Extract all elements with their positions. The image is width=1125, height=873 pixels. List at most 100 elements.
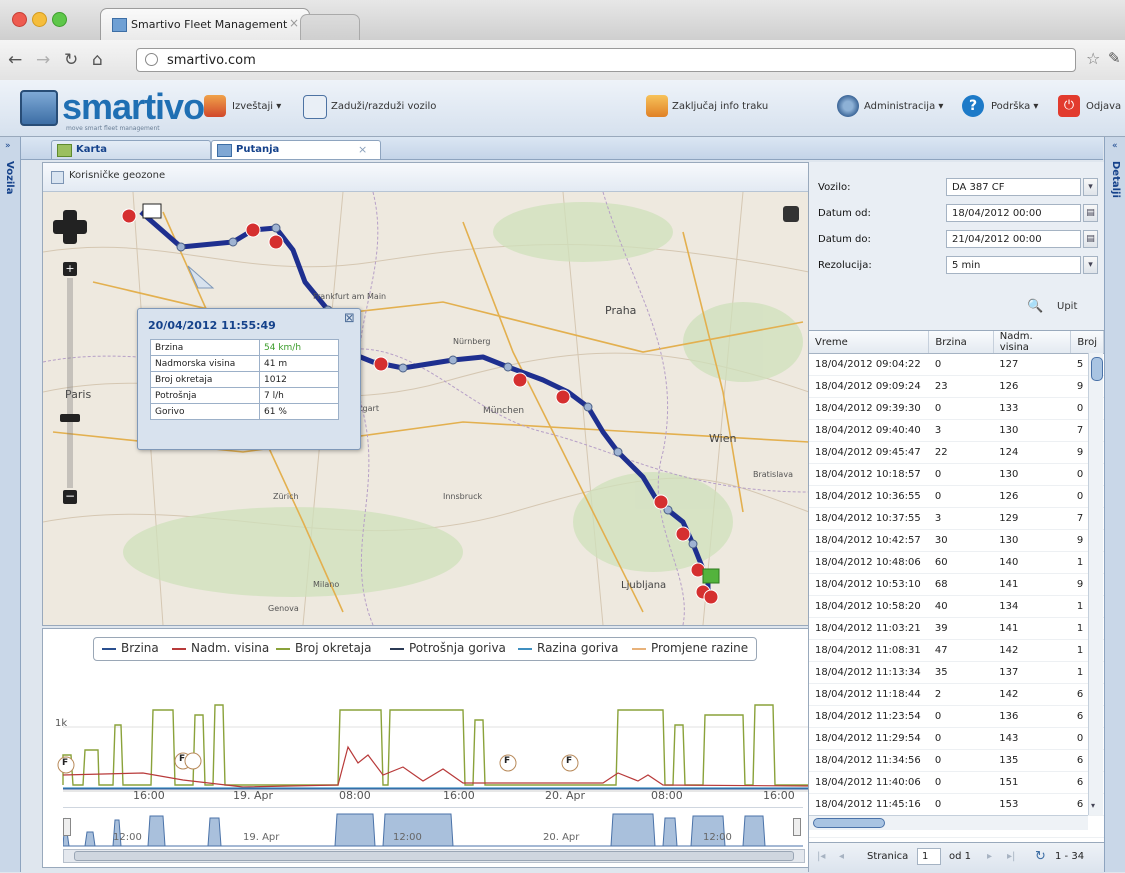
menu-administracija[interactable]: Administracija ▾ xyxy=(864,101,943,112)
legend-item[interactable]: Promjene razine goriva xyxy=(632,641,752,655)
prev-page-icon[interactable]: ◂ xyxy=(839,851,844,862)
menu-izvestaji[interactable]: Izveštaji ▾ xyxy=(232,101,281,112)
vehicle-select[interactable]: DA 387 CF xyxy=(946,178,1081,196)
table-row[interactable]: 18/04/2012 10:58:20 40 134 1 xyxy=(809,595,1104,618)
power-icon[interactable]: ⏻ xyxy=(1058,95,1080,117)
bookmark-star-icon[interactable]: ☆ xyxy=(1086,49,1100,68)
minimize-window-icon[interactable] xyxy=(32,12,47,27)
home-icon[interactable]: ⌂ xyxy=(92,50,103,70)
menu-odjava[interactable]: Odjava xyxy=(1086,101,1121,112)
table-row[interactable]: 18/04/2012 09:04:22 0 127 5 xyxy=(809,353,1104,376)
table-row[interactable]: 18/04/2012 11:40:06 0 151 6 xyxy=(809,771,1104,794)
calendar-to-icon[interactable]: ▤ xyxy=(1083,230,1098,248)
table-row[interactable]: 18/04/2012 09:45:47 22 124 9 xyxy=(809,441,1104,464)
table-row[interactable]: 18/04/2012 11:03:21 39 141 1 xyxy=(809,617,1104,640)
route-tab-icon xyxy=(217,144,232,157)
zoom-in-button[interactable]: + xyxy=(63,262,77,276)
tab-karta[interactable]: Karta xyxy=(51,140,211,159)
column-header-broj[interactable]: Broj xyxy=(1070,331,1104,354)
refresh-icon[interactable]: ↻ xyxy=(1035,849,1046,864)
query-button[interactable]: 🔍 Upit xyxy=(1016,295,1098,319)
expand-details-icon[interactable]: « xyxy=(1112,141,1118,151)
menu-zaduzi-razduzi[interactable]: Zaduži/razduži vozilo xyxy=(331,101,436,112)
calendar-from-icon[interactable]: ▤ xyxy=(1083,204,1098,222)
column-header-vreme[interactable]: Vreme xyxy=(809,331,930,354)
close-window-icon[interactable] xyxy=(12,12,27,27)
chart-navigator[interactable]: 12:00 19. Apr 12:00 20. Apr 12:00 xyxy=(63,807,803,848)
legend-item[interactable]: Potrošnja goriva xyxy=(390,641,506,655)
table-row[interactable]: 18/04/2012 09:09:24 23 126 9 xyxy=(809,375,1104,398)
vehicles-side-panel[interactable]: » Vozila xyxy=(0,137,21,872)
menu-podrska[interactable]: Podrška ▾ xyxy=(991,101,1038,112)
lock-bar-icon[interactable] xyxy=(646,95,668,117)
reload-icon[interactable]: ↻ xyxy=(64,50,78,70)
zoom-out-button[interactable]: − xyxy=(63,490,77,504)
popup-close-icon[interactable]: ⊠ xyxy=(344,311,355,326)
table-row[interactable]: 18/04/2012 10:37:55 3 129 7 xyxy=(809,507,1104,530)
grid-horizontal-scrollbar[interactable] xyxy=(809,815,1088,830)
table-row[interactable]: 18/04/2012 11:08:31 47 142 1 xyxy=(809,639,1104,662)
address-bar[interactable]: smartivo.com xyxy=(136,48,1076,72)
next-page-icon[interactable]: ▸ xyxy=(987,851,992,862)
menu-zakljucaj-info-traku[interactable]: Zaključaj info traku xyxy=(672,101,768,112)
table-cell: 140 xyxy=(993,551,1071,574)
table-row[interactable]: 18/04/2012 11:29:54 0 143 0 xyxy=(809,727,1104,750)
maximize-window-icon[interactable] xyxy=(52,12,67,27)
layer-switcher-icon[interactable] xyxy=(783,206,799,222)
table-row[interactable]: 18/04/2012 11:13:34 35 137 1 xyxy=(809,661,1104,684)
new-tab-button[interactable] xyxy=(300,14,360,40)
table-row[interactable]: 18/04/2012 11:45:16 0 153 6 xyxy=(809,793,1104,816)
expand-panel-icon[interactable]: » xyxy=(5,141,11,151)
table-row[interactable]: 18/04/2012 10:48:06 60 140 1 xyxy=(809,551,1104,574)
navigator-left-handle[interactable] xyxy=(63,818,71,836)
table-row[interactable]: 18/04/2012 09:39:30 0 133 0 xyxy=(809,397,1104,420)
page-number-input[interactable]: 1 xyxy=(917,848,941,865)
resolution-dropdown-icon[interactable]: ▾ xyxy=(1083,256,1098,274)
column-header-nadm-visina[interactable]: Nadm. visina xyxy=(993,331,1072,354)
table-row[interactable]: 18/04/2012 09:40:40 3 130 7 xyxy=(809,419,1104,442)
table-row[interactable]: 18/04/2012 10:18:57 0 130 0 xyxy=(809,463,1104,486)
first-page-icon[interactable]: |◂ xyxy=(817,851,825,862)
wrench-icon[interactable]: ✎ xyxy=(1108,49,1121,67)
navigator-scrollbar[interactable] xyxy=(63,849,805,863)
resolution-select[interactable]: 5 min xyxy=(946,256,1081,274)
table-row[interactable]: 18/04/2012 11:34:56 0 135 6 xyxy=(809,749,1104,772)
close-tab-putanja-icon[interactable]: × xyxy=(358,143,367,156)
app-logo[interactable]: smartivo xyxy=(62,86,205,128)
tab-putanja[interactable]: Putanja × xyxy=(211,140,381,159)
table-row[interactable]: 18/04/2012 10:42:57 30 130 9 xyxy=(809,529,1104,552)
grid-hscroll-thumb[interactable] xyxy=(813,818,885,828)
forward-icon[interactable]: → xyxy=(36,50,50,70)
details-side-panel[interactable]: « Detalji xyxy=(1104,137,1125,872)
date-from-field[interactable]: 18/04/2012 00:00 xyxy=(946,204,1081,222)
chart-icon[interactable] xyxy=(204,95,226,117)
navigator-scroll-thumb[interactable] xyxy=(74,851,794,861)
browser-tab-active[interactable]: Smartivo Fleet Management × xyxy=(100,8,310,40)
grid-vertical-scrollbar[interactable]: ▾ xyxy=(1088,353,1103,815)
table-row[interactable]: 18/04/2012 10:36:55 0 126 0 xyxy=(809,485,1104,508)
help-icon[interactable]: ? xyxy=(962,95,984,117)
gear-icon[interactable] xyxy=(837,95,859,117)
map-canvas[interactable]: Paris Praha München Wien Ljubljana Frank… xyxy=(43,192,809,625)
zoom-slider-track[interactable] xyxy=(67,278,73,488)
geozone-label[interactable]: Korisničke geozone xyxy=(69,170,165,181)
table-row[interactable]: 18/04/2012 11:18:44 2 142 6 xyxy=(809,683,1104,706)
table-row[interactable]: 18/04/2012 10:53:10 68 141 9 xyxy=(809,573,1104,596)
vehicle-dropdown-icon[interactable]: ▾ xyxy=(1083,178,1098,196)
legend-item[interactable]: Brzina xyxy=(102,641,159,655)
last-page-icon[interactable]: ▸| xyxy=(1007,851,1015,862)
navigator-right-handle[interactable] xyxy=(793,818,801,836)
back-icon[interactable]: ← xyxy=(8,50,22,70)
grid-scroll-thumb[interactable] xyxy=(1091,357,1103,381)
column-header-brzina[interactable]: Brzina xyxy=(928,331,994,354)
scroll-down-icon[interactable]: ▾ xyxy=(1091,801,1095,810)
pan-control[interactable] xyxy=(53,210,87,244)
legend-item[interactable]: Razina goriva xyxy=(518,641,619,655)
vehicle-assign-icon[interactable] xyxy=(303,95,327,119)
legend-item[interactable]: Broj okretaja xyxy=(276,641,371,655)
close-tab-icon[interactable]: × xyxy=(289,16,299,30)
zoom-slider-handle[interactable] xyxy=(60,414,80,422)
table-row[interactable]: 18/04/2012 11:23:54 0 136 6 xyxy=(809,705,1104,728)
date-to-field[interactable]: 21/04/2012 00:00 xyxy=(946,230,1081,248)
legend-item[interactable]: Nadm. visina xyxy=(172,641,269,655)
